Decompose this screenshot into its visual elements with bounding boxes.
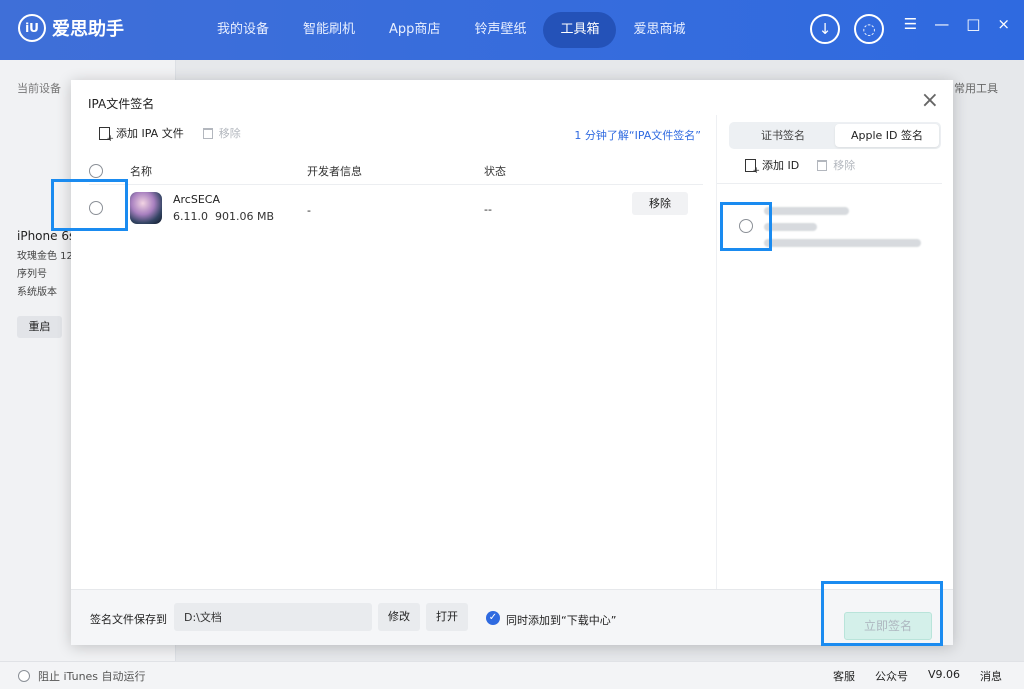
current-device-label: 当前设备 (17, 82, 61, 95)
apple-id-radio[interactable] (739, 219, 753, 233)
nav-my-device[interactable]: 我的设备 (200, 12, 286, 48)
app-version-size: 6.11.0 901.06 MB (173, 210, 274, 223)
remove-label: 移除 (218, 127, 241, 140)
serial-label: 序列号 (17, 269, 47, 280)
nav-aisi-mall[interactable]: 爱思商城 (616, 12, 702, 48)
close-icon[interactable]: × (997, 15, 1010, 33)
signing-tabs: 证书签名 Apple ID 签名 (729, 122, 941, 149)
phone-name: iPhone 6s (17, 229, 76, 243)
add-file-icon (99, 126, 114, 144)
top-navigation-bar: iU 爱思助手 我的设备 智能刷机 App商店 铃声壁纸 工具箱 爱思商城 ↓ … (0, 0, 1024, 60)
main-nav: 我的设备 智能刷机 App商店 铃声壁纸 工具箱 爱思商城 (200, 12, 702, 48)
remove-id-label: 移除 (833, 159, 856, 172)
app-icon (130, 192, 162, 224)
ipa-table-header: 名称 开发者信息 状态 (89, 158, 703, 185)
sign-now-button[interactable]: 立即签名 (844, 612, 932, 640)
nav-app-store[interactable]: App商店 (372, 12, 457, 48)
status-value: -- (484, 203, 492, 216)
trash-icon (202, 127, 213, 139)
download-icon[interactable]: ↓ (810, 14, 840, 44)
nav-ringtones-wallpapers[interactable]: 铃声壁纸 (457, 12, 543, 48)
remove-ipa-button[interactable]: 移除 (202, 125, 241, 141)
ipa-toolbar: 添加 IPA 文件 移除 (99, 125, 241, 144)
user-icon[interactable]: ◌ (854, 14, 884, 44)
save-path-input[interactable] (174, 603, 372, 631)
column-status: 状态 (484, 165, 506, 178)
blurred-apple-id-email (764, 239, 921, 247)
add-id-button[interactable]: 添加 ID (745, 157, 800, 176)
messages-link[interactable]: 消息 (980, 668, 1002, 684)
modify-button[interactable]: 修改 (378, 603, 420, 631)
add-id-label: 添加 ID (762, 159, 800, 172)
window-controls: ☰ — □ × (904, 15, 1010, 33)
tab-certificate-signing[interactable]: 证书签名 (731, 124, 835, 147)
system-version-label: 系统版本 (17, 287, 57, 298)
common-tools-label: 常用工具 (954, 82, 998, 95)
dialog-close-icon[interactable]: × (921, 90, 939, 112)
status-actions: 客服 公众号 V9.06 消息 (833, 668, 1002, 684)
app-logo: iU 爱思助手 (18, 14, 124, 42)
add-download-center-label: 同时添加到“下载中心” (506, 614, 617, 627)
itunes-block-radio[interactable] (18, 669, 30, 682)
ipa-row: ArcSECA 6.11.0 901.06 MB - -- 移除 (89, 192, 703, 232)
minimize-icon[interactable]: — (934, 15, 949, 33)
logo-icon: iU (18, 14, 46, 42)
save-location-label: 签名文件保存到 (90, 613, 167, 626)
column-developer: 开发者信息 (307, 165, 362, 178)
app-version: 6.11.0 (173, 210, 208, 223)
dialog-footer: 签名文件保存到 修改 打开 ✓ 同时添加到“下载中心” 立即签名 (71, 589, 953, 645)
ipa-signing-dialog: IPA文件签名 × 添加 IPA 文件 移除 1 分钟了解“IPA文件签名” 名… (71, 80, 953, 645)
official-account-link[interactable]: 公众号 (875, 668, 908, 684)
menu-icon[interactable]: ☰ (904, 15, 917, 33)
dialog-title: IPA文件签名 (88, 97, 155, 111)
row-remove-button[interactable]: 移除 (632, 192, 688, 215)
top-actions: ↓ ◌ (810, 14, 884, 44)
nav-toolbox[interactable]: 工具箱 (543, 12, 617, 48)
app-name: 爱思助手 (52, 19, 124, 40)
ipa-row-radio[interactable] (89, 201, 103, 215)
right-divider (717, 183, 942, 184)
remove-id-button[interactable]: 移除 (817, 157, 855, 173)
nav-smart-flash[interactable]: 智能刷机 (286, 12, 372, 48)
help-link[interactable]: 1 分钟了解“IPA文件签名” (574, 127, 701, 143)
blurred-apple-id-name (764, 207, 849, 215)
open-button[interactable]: 打开 (426, 603, 468, 631)
blurred-apple-id-detail (764, 223, 817, 231)
itunes-block-label: 阻止 iTunes 自动运行 (38, 669, 146, 683)
add-ipa-button[interactable]: 添加 IPA 文件 (99, 125, 184, 144)
ipa-list-pane: 添加 IPA 文件 移除 1 分钟了解“IPA文件签名” 名称 开发者信息 状态… (71, 115, 714, 589)
select-all-radio[interactable] (89, 164, 103, 178)
customer-service-link[interactable]: 客服 (833, 668, 855, 684)
maximize-icon[interactable]: □ (966, 15, 980, 33)
tab-apple-id-signing[interactable]: Apple ID 签名 (835, 124, 939, 147)
phone-color: 玫瑰金色 12 (17, 251, 73, 262)
add-ipa-label: 添加 IPA 文件 (116, 127, 184, 140)
app-size: 901.06 MB (215, 210, 275, 223)
add-id-icon (745, 158, 760, 176)
trash-icon (817, 159, 828, 171)
phone-info: 玫瑰金色 12 序列号 系统版本 (17, 248, 73, 302)
status-bar: 阻止 iTunes 自动运行 客服 公众号 V9.06 消息 (0, 661, 1024, 689)
restart-button[interactable]: 重启 (17, 316, 62, 338)
add-download-center-checkbox[interactable]: ✓ (486, 611, 500, 625)
signing-mode-pane: 证书签名 Apple ID 签名 添加 ID 移除 (716, 115, 953, 589)
column-name: 名称 (130, 165, 152, 178)
developer-value: - (307, 204, 311, 217)
apple-id-toolbar: 添加 ID 移除 (745, 157, 855, 176)
app-name: ArcSECA (173, 193, 220, 206)
version-label: V9.06 (927, 667, 960, 681)
